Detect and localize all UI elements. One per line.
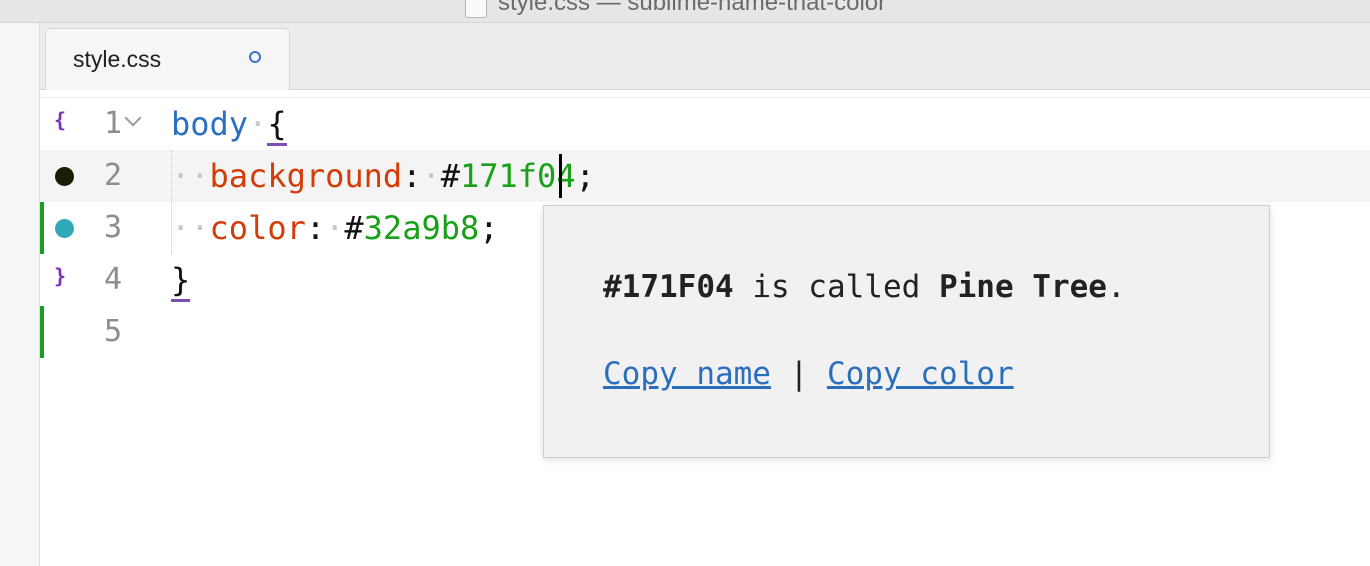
sidebar <box>0 23 40 566</box>
color-code: #171F04 <box>603 269 734 305</box>
link-separator: | <box>770 356 827 392</box>
line-number: 5 <box>103 314 122 349</box>
css-property: background <box>209 157 403 195</box>
line-number: 4 <box>103 262 122 297</box>
code-line-2: 2 ··background:·#171f04; <box>40 150 1370 202</box>
color-name: Pine Tree <box>938 269 1107 305</box>
code-text[interactable]: ··color:·#32a9b8; <box>171 210 499 246</box>
color-swatch-dot <box>55 167 74 186</box>
indent-guide <box>171 150 172 254</box>
modified-line-marker <box>40 306 44 358</box>
css-property: color <box>209 209 306 247</box>
tab-bar: style.css <box>40 23 1370 90</box>
popup-actions: Copy name | Copy color <box>603 355 1014 393</box>
document-icon <box>465 0 487 18</box>
tab-label: style.css <box>73 46 162 72</box>
hex-prefix: # <box>440 157 460 195</box>
message-end: . <box>1106 269 1126 305</box>
color-name-popup: #171F04 is called Pine Tree. Copy name |… <box>543 205 1270 458</box>
fold-chevron-icon[interactable] <box>124 109 142 127</box>
open-brace: { <box>267 105 287 146</box>
line-number: 2 <box>103 158 122 193</box>
line-number: 1 <box>103 106 122 141</box>
line-number: 3 <box>103 210 122 245</box>
tab-style-css[interactable]: style.css <box>45 28 290 90</box>
hex-value: 32a9b8 <box>363 209 480 247</box>
window-title: style.css — sublime-name-that-color <box>498 0 887 16</box>
color-name-message: #171F04 is called Pine Tree. <box>603 268 1126 306</box>
message-middle: is called <box>733 269 939 305</box>
close-brace: } <box>171 261 191 302</box>
color-swatch-dot <box>55 219 74 238</box>
gutter-close-brace-icon: } <box>54 264 67 288</box>
hex-prefix: # <box>344 209 364 247</box>
gutter-open-brace-icon: { <box>54 108 67 132</box>
css-selector: body <box>171 105 249 143</box>
copy-name-link[interactable]: Copy name <box>603 356 771 392</box>
code-text[interactable]: ··background:·#171f04; <box>171 158 595 194</box>
modified-line-marker <box>40 202 44 254</box>
code-line-1: { 1 body·{ <box>40 98 1370 150</box>
code-text[interactable]: body·{ <box>171 105 287 146</box>
title-bar: style.css — sublime-name-that-color <box>0 0 1370 23</box>
copy-color-link[interactable]: Copy color <box>827 356 1014 392</box>
text-caret <box>559 154 562 198</box>
sublime-window: style.css — sublime-name-that-color styl… <box>0 0 1370 566</box>
code-text[interactable]: } <box>171 261 191 302</box>
unsaved-indicator-icon[interactable] <box>249 51 261 63</box>
